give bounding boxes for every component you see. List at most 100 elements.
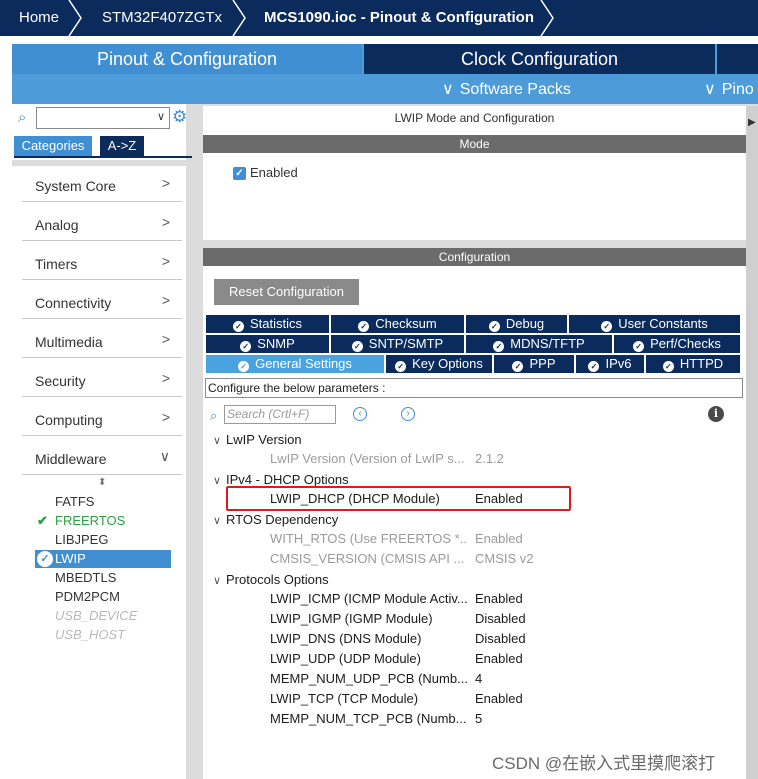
- category-security[interactable]: Security >: [22, 359, 182, 397]
- tab-label: SNMP: [257, 336, 295, 351]
- mode-title: LWIP Mode and Configuration: [394, 111, 555, 125]
- middleware-item-libjpeg[interactable]: LIBJPEG: [55, 531, 171, 549]
- chevron-right-icon[interactable]: ▶: [748, 117, 756, 128]
- check-circle-icon: ✓: [662, 361, 674, 372]
- middleware-item-fatfs[interactable]: FATFS: [55, 493, 171, 511]
- previous-match-icon[interactable]: ‹: [353, 407, 367, 421]
- param-row-lwip-tcp[interactable]: LWIP_TCP (TCP Module) Enabled: [270, 690, 740, 708]
- check-circle-icon: ✓: [395, 361, 407, 372]
- group-protocols-options[interactable]: ∨ Protocols Options: [213, 572, 329, 587]
- group-label: IPv4 - DHCP Options: [226, 472, 349, 487]
- param-row-lwip-udp[interactable]: LWIP_UDP (UDP Module) Enabled: [270, 650, 740, 668]
- tab-ppp[interactable]: ✓ PPP: [494, 355, 574, 373]
- pinout-menu[interactable]: ∨ Pino: [704, 77, 754, 103]
- pinout-menu-label: Pino: [721, 81, 754, 98]
- chevron-right-icon: >: [161, 253, 170, 269]
- main-tab-bar: Pinout & Configuration Clock Configurati…: [12, 44, 758, 104]
- chevron-down-icon: ∨: [704, 81, 716, 98]
- tab-label: General Settings: [255, 356, 352, 371]
- tab-label: Checksum: [375, 316, 437, 331]
- chevron-down-icon: ∨: [213, 435, 222, 447]
- middleware-label: FREERTOS: [55, 513, 126, 528]
- param-value: CMSIS v2: [475, 551, 534, 566]
- param-row-lwip-icmp[interactable]: LWIP_ICMP (ICMP Module Activ... Enabled: [270, 590, 740, 608]
- param-value: Enabled: [475, 691, 523, 706]
- tab-clock-configuration[interactable]: Clock Configuration: [364, 44, 715, 74]
- scrollbar[interactable]: [746, 106, 758, 779]
- category-panel: ⌕ ∨ ⚙ Categories A->Z System Core > Analo…: [12, 104, 194, 779]
- param-row-with-rtos[interactable]: WITH_RTOS (Use FREERTOS *... Enabled: [270, 530, 740, 548]
- tab-underline: [14, 156, 192, 158]
- check-circle-icon: ✓: [488, 321, 500, 332]
- gear-icon[interactable]: ⚙: [172, 107, 187, 127]
- chevron-down-icon: ∨: [156, 111, 165, 123]
- category-middleware[interactable]: Middleware ∨: [22, 437, 182, 475]
- watermark: CSDN @在嵌入式里摸爬滚打: [492, 754, 716, 773]
- middleware-item-lwip[interactable]: ✓ LWIP: [35, 550, 171, 568]
- param-row-cmsis-version[interactable]: CMSIS_VERSION (CMSIS API ... CMSIS v2: [270, 550, 740, 568]
- tab-a-to-z[interactable]: A->Z: [100, 136, 144, 156]
- parameter-search-input[interactable]: Search (Crtl+F): [224, 405, 336, 424]
- middleware-item-pdm2pcm[interactable]: PDM2PCM: [55, 588, 171, 606]
- chevron-down-icon: ∨: [213, 575, 222, 587]
- next-match-icon[interactable]: ›: [401, 407, 415, 421]
- tab-general-settings[interactable]: ✓ General Settings: [206, 355, 384, 373]
- param-value: 5: [475, 711, 483, 726]
- group-label: Protocols Options: [226, 572, 329, 587]
- category-timers[interactable]: Timers >: [22, 242, 182, 280]
- tab-key-options[interactable]: ✓ Key Options: [386, 355, 492, 373]
- reset-configuration-button[interactable]: Reset Configuration: [214, 279, 359, 305]
- configuration-header: Configuration: [203, 248, 746, 266]
- category-search-combo[interactable]: ∨: [36, 107, 170, 129]
- group-ipv4-dhcp[interactable]: ∨ IPv4 - DHCP Options: [213, 472, 349, 487]
- tab-debug[interactable]: ✓ Debug: [466, 315, 567, 333]
- tab-categories[interactable]: Categories: [14, 136, 92, 156]
- middleware-item-freertos[interactable]: ✔ FREERTOS: [37, 512, 171, 530]
- info-icon[interactable]: i: [708, 406, 724, 422]
- tab-statistics[interactable]: ✓ Statistics: [206, 315, 329, 333]
- param-row-lwip-igmp[interactable]: LWIP_IGMP (IGMP Module) Disabled: [270, 610, 740, 628]
- category-system-core[interactable]: System Core >: [22, 164, 182, 202]
- sort-icon[interactable]: ⬍: [98, 477, 106, 488]
- mode-panel: LWIP Mode and Configuration Mode ✓ Enabl…: [203, 106, 746, 240]
- tab-mdns-tftp[interactable]: ✓ MDNS/TFTP: [466, 335, 612, 353]
- tab-overflow[interactable]: [717, 44, 758, 74]
- chevron-right-icon: >: [161, 409, 170, 425]
- param-row-memp-num-udp-pcb[interactable]: MEMP_NUM_UDP_PCB (Numb... 4: [270, 670, 740, 688]
- group-rtos-dependency[interactable]: ∨ RTOS Dependency: [213, 512, 338, 527]
- tab-label: SNTP/SMTP: [368, 336, 444, 351]
- breadcrumb-project[interactable]: MCS1090.ioc - Pinout & Configuration: [264, 0, 534, 36]
- group-lwip-version[interactable]: ∨ LwIP Version: [213, 432, 302, 447]
- chevron-right-icon: >: [161, 292, 170, 308]
- param-name: CMSIS_VERSION (CMSIS API ...: [270, 551, 465, 566]
- param-row-lwip-version[interactable]: LwIP Version (Version of LwIP s... 2.1.2: [270, 450, 740, 468]
- category-label: Security: [35, 373, 86, 389]
- param-name: MEMP_NUM_UDP_PCB (Numb...: [270, 671, 468, 686]
- search-icon[interactable]: ⌕: [18, 109, 26, 126]
- category-connectivity[interactable]: Connectivity >: [22, 281, 182, 319]
- tab-snmp[interactable]: ✓ SNMP: [206, 335, 329, 353]
- check-circle-icon: ✓: [232, 321, 244, 332]
- breadcrumb-device[interactable]: STM32F407ZGTx: [102, 0, 222, 36]
- middleware-item-mbedtls[interactable]: MBEDTLS: [55, 569, 171, 587]
- category-multimedia[interactable]: Multimedia >: [22, 320, 182, 358]
- software-packs-menu[interactable]: ∨ Software Packs: [442, 77, 571, 103]
- breadcrumb-home[interactable]: Home: [19, 0, 59, 36]
- enabled-checkbox[interactable]: ✓: [233, 167, 246, 180]
- check-circle-icon: ✓: [351, 341, 363, 352]
- tab-pinout-configuration[interactable]: Pinout & Configuration: [12, 44, 362, 74]
- tab-perf-checks[interactable]: ✓ Perf/Checks: [614, 335, 740, 353]
- tab-label: IPv6: [605, 356, 632, 371]
- category-computing[interactable]: Computing >: [22, 398, 182, 436]
- param-row-lwip-dns[interactable]: LWIP_DNS (DNS Module) Disabled: [270, 630, 740, 648]
- category-label: Multimedia: [35, 334, 103, 350]
- chevron-right-icon: >: [161, 175, 170, 191]
- tab-label: MDNS/TFTP: [510, 336, 585, 351]
- category-analog[interactable]: Analog >: [22, 203, 182, 241]
- tab-user-constants[interactable]: ✓ User Constants: [569, 315, 740, 333]
- tab-ipv6[interactable]: ✓ IPv6: [576, 355, 644, 373]
- tab-sntp-smtp[interactable]: ✓ SNTP/SMTP: [331, 335, 464, 353]
- tab-checksum[interactable]: ✓ Checksum: [331, 315, 464, 333]
- param-row-memp-num-tcp-pcb[interactable]: MEMP_NUM_TCP_PCB (Numb... 5: [270, 710, 740, 728]
- tab-httpd[interactable]: ✓ HTTPD: [646, 355, 740, 373]
